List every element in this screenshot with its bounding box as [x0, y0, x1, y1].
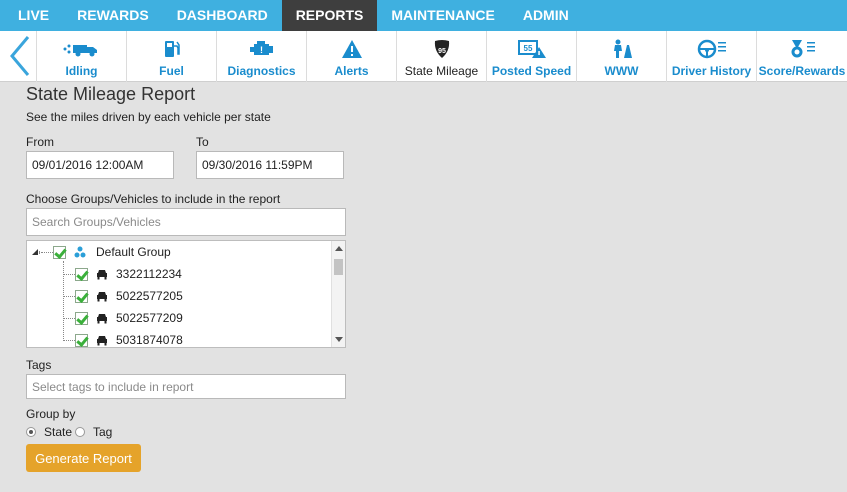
group-by-label: Group by [26, 407, 76, 421]
subnav-fuel[interactable]: Fuel [126, 31, 216, 82]
vehicle-checkbox[interactable] [75, 333, 88, 347]
subnav-posted-speed[interactable]: 55 Posted Speed [486, 31, 576, 82]
back-button[interactable] [0, 31, 36, 82]
tree-vehicle-row[interactable]: 5022577205 [63, 285, 183, 307]
vehicle-id: 5022577205 [116, 289, 183, 303]
search-groups-input[interactable] [26, 208, 346, 236]
tree-scrollbar[interactable] [331, 241, 345, 347]
subnav-posted-speed-label: Posted Speed [491, 64, 572, 78]
subnav-idling-label: Idling [65, 64, 98, 78]
scroll-down-arrow-icon[interactable] [335, 337, 343, 342]
subnav-www[interactable]: WWW [576, 31, 666, 82]
subnav-driver-history[interactable]: Driver History [666, 31, 756, 82]
group-checkbox[interactable] [53, 245, 66, 259]
vehicle-checkbox[interactable] [75, 267, 88, 281]
subnav-state-mileage-label: State Mileage [404, 64, 479, 78]
topnav-rewards[interactable]: REWARDS [63, 0, 163, 31]
report-subnav: Idling Fuel ! Diagnostics Alerts 95 Stat… [0, 31, 847, 82]
group-by-state-radio[interactable] [26, 427, 36, 437]
car-icon [94, 289, 110, 303]
topnav-maintenance[interactable]: MAINTENANCE [377, 0, 508, 31]
road-person-icon [613, 39, 632, 58]
vehicle-id: 5022577209 [116, 311, 183, 325]
top-nav: LIVE REWARDS DASHBOARD REPORTS MAINTENAN… [0, 0, 847, 31]
group-by-tag-radio[interactable] [75, 427, 85, 437]
group-vehicle-tree[interactable]: Default Group 3322112234 5022577205 5022… [26, 240, 346, 348]
vehicle-id: 3322112234 [116, 267, 182, 281]
car-icon [94, 267, 110, 281]
svg-text:95: 95 [438, 48, 446, 55]
tags-input[interactable] [26, 374, 346, 399]
groups-label: Choose Groups/Vehicles to include in the… [26, 192, 281, 206]
vehicle-checkbox[interactable] [75, 289, 88, 303]
topnav-dashboard[interactable]: DASHBOARD [163, 0, 282, 31]
from-label: From [26, 135, 54, 149]
subnav-idling[interactable]: Idling [36, 31, 126, 82]
steering-wheel-icon [697, 39, 726, 59]
warning-triangle-icon [341, 40, 362, 58]
tree-vehicle-row[interactable]: 5022577209 [63, 307, 183, 329]
svg-text:!: ! [260, 45, 263, 55]
interstate-shield-icon: 95 [434, 40, 449, 58]
subnav-alerts[interactable]: Alerts [306, 31, 396, 82]
subnav-diagnostics-label: Diagnostics [227, 64, 296, 78]
group-name: Default Group [96, 245, 171, 259]
subnav-www-label: WWW [604, 64, 639, 78]
from-date-input[interactable] [26, 151, 174, 179]
subnav-score-rewards[interactable]: Score/Rewards [756, 31, 847, 82]
collapse-arrow-icon [32, 249, 38, 255]
subnav-diagnostics[interactable]: ! Diagnostics [216, 31, 306, 82]
svg-text:55: 55 [523, 44, 532, 53]
subnav-alerts-label: Alerts [334, 64, 369, 78]
page-subtitle: See the miles driven by each vehicle per… [26, 110, 271, 124]
group-icon [72, 245, 88, 259]
to-label: To [196, 135, 209, 149]
topnav-reports[interactable]: REPORTS [281, 0, 378, 31]
medal-icon [791, 40, 815, 58]
tree-group-row[interactable]: Default Group [31, 241, 171, 263]
subnav-state-mileage[interactable]: 95 State Mileage [396, 31, 486, 82]
group-by-state-label: State [44, 425, 73, 439]
speed-sign-icon: 55 [517, 40, 546, 58]
topnav-admin[interactable]: ADMIN [509, 0, 583, 31]
car-icon [94, 333, 110, 347]
subnav-score-rewards-label: Score/Rewards [758, 64, 846, 78]
scrollbar-thumb[interactable] [334, 259, 343, 275]
vehicle-checkbox[interactable] [75, 311, 88, 325]
idling-truck-icon [63, 44, 97, 57]
fuel-pump-icon [164, 41, 180, 57]
vehicle-id: 5031874078 [116, 333, 183, 347]
car-icon [94, 311, 110, 325]
topnav-live[interactable]: LIVE [0, 0, 63, 31]
to-date-input[interactable] [196, 151, 344, 179]
page-title: State Mileage Report [26, 84, 196, 104]
subnav-fuel-label: Fuel [159, 64, 184, 78]
scroll-up-arrow-icon[interactable] [335, 246, 343, 251]
engine-icon: ! [249, 41, 273, 55]
tree-vehicle-row[interactable]: 3322112234 [63, 263, 182, 285]
chevron-left-icon [10, 36, 30, 76]
tags-label: Tags [26, 358, 52, 372]
generate-report-button[interactable]: Generate Report [26, 444, 141, 472]
tree-vehicle-row[interactable]: 5031874078 [63, 329, 183, 347]
subnav-driver-history-label: Driver History [671, 64, 752, 78]
group-by-tag-label: Tag [93, 425, 113, 439]
